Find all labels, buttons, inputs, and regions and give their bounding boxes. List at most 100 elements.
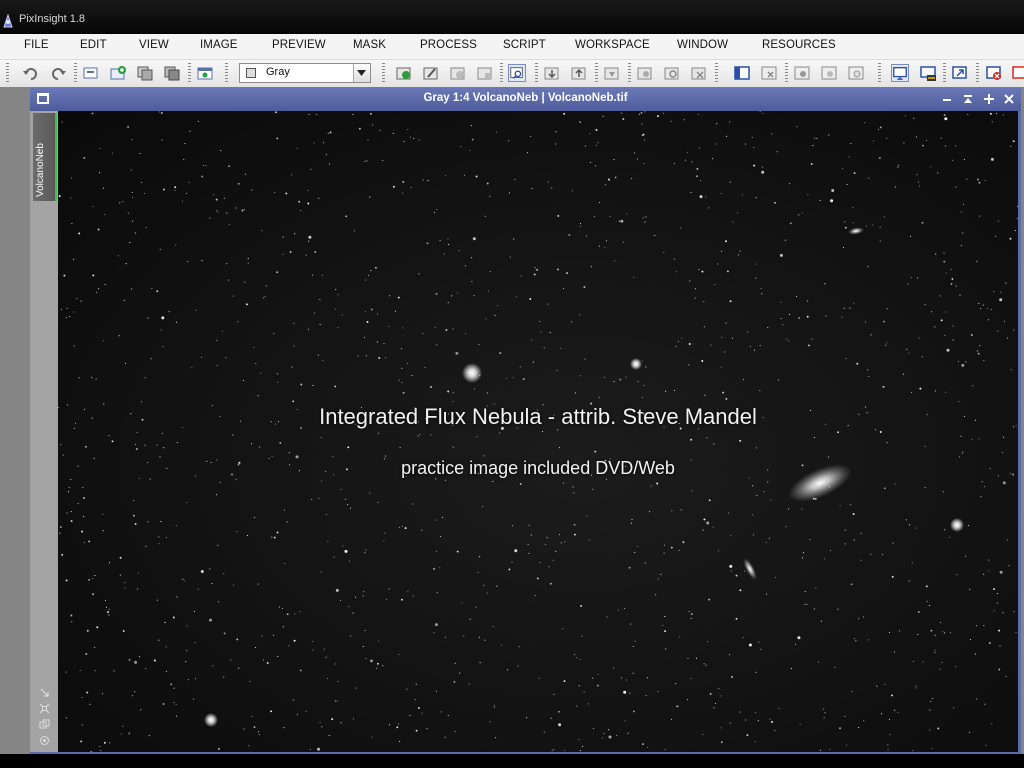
new-preview-icon[interactable] [196,64,214,82]
star [754,712,757,714]
star [574,392,577,394]
mask-enable-icon[interactable] [543,64,561,82]
star [729,722,731,724]
star [307,189,309,191]
star [261,635,263,637]
preview-mode-icon[interactable] [449,64,467,82]
star [986,307,989,310]
cascade-icon[interactable] [985,64,1003,82]
shadow-icon[interactable] [793,64,811,82]
star [94,670,96,672]
minimize-icon[interactable] [940,92,954,106]
menu-file[interactable]: FILE [24,39,49,51]
zoom-preview-icon[interactable] [508,64,526,82]
star [119,574,121,576]
zoom-to-fit-icon[interactable] [39,703,50,714]
star [276,531,279,534]
duplicate-icon[interactable] [136,64,154,82]
window-close-icon[interactable] [760,64,778,82]
star [917,633,919,636]
fit-view-icon[interactable] [39,687,50,698]
star [392,132,394,134]
star [563,112,566,115]
star [788,340,790,342]
menu-edit[interactable]: EDIT [80,39,107,51]
menu-window[interactable]: WINDOW [677,39,728,51]
star [925,585,928,588]
image-canvas[interactable]: Integrated Flux Nebula - attrib. Steve M… [58,111,1018,752]
process-history-icon[interactable] [663,64,681,82]
image-window[interactable]: Gray 1:4 VolcanoNeb | VolcanoNeb.tif Vol… [30,87,1021,754]
redo-icon[interactable] [49,64,67,82]
menu-resources[interactable]: RESOURCES [762,39,836,51]
mask-show-icon[interactable] [570,64,588,82]
zoom-window-icon[interactable] [39,719,50,730]
display-icon[interactable] [891,64,909,82]
new-image-icon[interactable] [82,64,100,82]
undo-icon[interactable] [22,64,40,82]
star [102,513,104,515]
image-window-titlebar[interactable]: Gray 1:4 VolcanoNeb | VolcanoNeb.tif [30,87,1021,111]
view-tab-volcanoneb[interactable]: VolcanoNeb [33,113,57,201]
star [811,338,813,340]
star [99,147,101,149]
star [107,611,109,614]
toolbar-separator [500,63,503,84]
chevron-down-icon[interactable] [353,64,370,82]
menu-script[interactable]: SCRIPT [503,39,546,51]
menu-mask[interactable]: MASK [353,39,386,51]
star [690,617,692,620]
star [626,679,628,681]
tile-icon[interactable] [951,64,969,82]
layout-icon[interactable] [733,64,751,82]
star [558,723,562,727]
star [627,732,629,734]
star [751,514,754,516]
menu-image[interactable]: IMAGE [200,39,238,51]
midtones-icon[interactable] [820,64,838,82]
star [482,506,484,508]
close-icon[interactable] [1002,92,1016,106]
target-icon[interactable] [39,735,50,746]
star [633,276,635,278]
color-space-select[interactable]: Gray [239,63,371,83]
image-properties-icon[interactable] [163,64,181,82]
process-run-icon[interactable] [636,64,654,82]
star [670,718,673,720]
star [310,168,312,170]
menu-preview[interactable]: PREVIEW [272,39,326,51]
star [645,366,647,368]
star [789,222,792,225]
star [937,172,939,174]
star [308,328,310,330]
star [705,196,707,198]
star [679,636,681,638]
highlights-icon[interactable] [847,64,865,82]
preview-add-icon[interactable] [395,64,413,82]
star [745,719,747,721]
shade-icon[interactable] [961,92,975,106]
maximize-icon[interactable] [982,92,996,106]
preview-reset-icon[interactable] [476,64,494,82]
process-reset-icon[interactable] [690,64,708,82]
mask-invert-icon[interactable] [603,64,621,82]
display-3d-icon[interactable] [919,64,937,82]
menu-view[interactable]: VIEW [139,39,169,51]
star [735,574,738,577]
menu-process[interactable]: PROCESS [420,39,477,51]
star [73,345,75,347]
preview-edit-icon[interactable] [422,64,440,82]
star [509,256,511,258]
star [372,124,374,126]
star [251,715,253,717]
star [81,530,84,533]
star [365,355,367,357]
menu-workspace[interactable]: WORKSPACE [575,39,650,51]
star [883,320,885,323]
star [916,277,919,279]
close-all-icon[interactable] [1011,64,1024,82]
star [545,544,547,546]
open-icon[interactable] [109,64,127,82]
star [1006,337,1009,339]
star [796,126,798,128]
